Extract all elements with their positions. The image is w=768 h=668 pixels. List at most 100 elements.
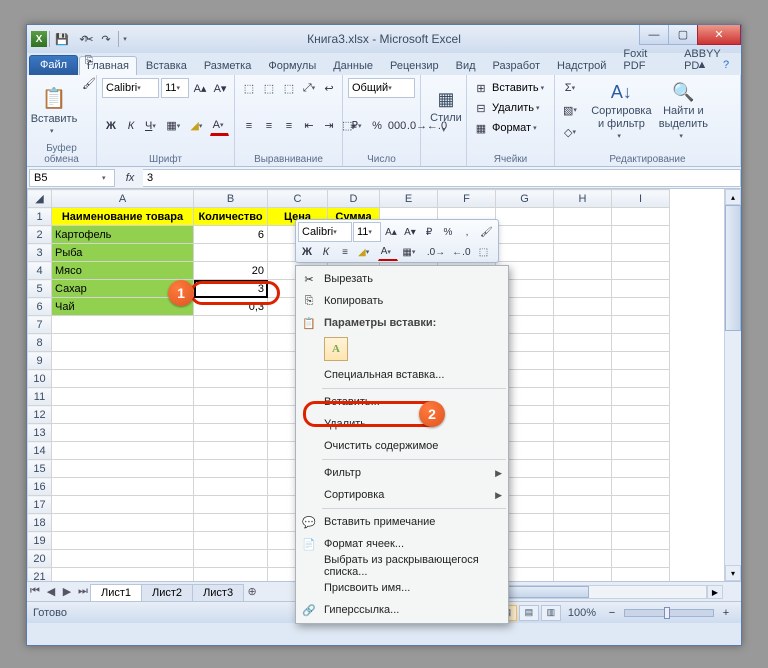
ctx-filter[interactable]: Фильтр▶ [296,462,508,484]
cell[interactable] [194,406,268,424]
cell[interactable] [554,514,612,532]
mini-size-combo[interactable]: 11▾ [353,222,381,242]
comma-icon[interactable]: 000 [388,116,406,136]
percent-icon[interactable]: % [368,116,386,136]
cell[interactable] [612,352,670,370]
cell[interactable] [194,316,268,334]
cell[interactable] [612,496,670,514]
zoom-slider[interactable] [624,609,714,617]
ctx-format[interactable]: 📄Формат ячеек... [296,533,508,555]
cell[interactable] [52,496,194,514]
tab-developer[interactable]: Разработ [485,56,548,75]
row-header[interactable]: 5 [28,280,52,298]
cell[interactable] [52,424,194,442]
cell[interactable] [194,460,268,478]
cell[interactable] [52,568,194,582]
cells-format-label[interactable]: Формат [492,122,531,134]
cell[interactable] [52,316,194,334]
cell[interactable] [554,226,612,244]
cell[interactable] [554,442,612,460]
cut-icon[interactable]: ✂ [79,29,99,49]
mini-font-color-icon[interactable]: A▾ [378,243,399,261]
sheet-nav-prev-icon[interactable]: ◀ [43,584,59,600]
mini-dec-dec-icon[interactable]: ←.0 [449,243,473,261]
row-header[interactable]: 8 [28,334,52,352]
ctx-copy[interactable]: ⎘Копировать [296,290,508,312]
col-header-D[interactable]: D [328,190,380,208]
qat-customize[interactable]: ▾ [121,29,129,49]
cell[interactable] [194,514,268,532]
cell[interactable] [554,352,612,370]
sheet-nav-first-icon[interactable]: ⏮ [27,584,43,600]
ctx-sort[interactable]: Сортировка▶ [296,484,508,506]
ctx-delete[interactable]: Удалить... [296,413,508,435]
cell[interactable] [496,208,554,226]
cell[interactable] [612,514,670,532]
tab-formulas[interactable]: Формулы [260,56,324,75]
ribbon-minimize-icon[interactable]: ▲ [693,55,711,75]
sheet-nav-last-icon[interactable]: ⏭ [75,584,91,600]
cell[interactable]: 0,3 [194,298,268,316]
row-header[interactable]: 1 [28,208,52,226]
col-header-C[interactable]: C [268,190,328,208]
autosum-icon[interactable]: Σ▾ [560,78,584,98]
sheet-tab-3[interactable]: Лист3 [192,584,244,601]
cells-delete-icon[interactable]: ⊟ [472,98,490,118]
cell[interactable] [194,550,268,568]
fill-color-icon[interactable]: ◢▾ [187,116,207,136]
tab-data[interactable]: Данные [325,56,381,75]
row-header[interactable]: 14 [28,442,52,460]
cell[interactable] [554,478,612,496]
ctx-insert[interactable]: Вставить... [296,391,508,413]
font-name-combo[interactable]: Calibri▾ [102,78,159,98]
paste-button[interactable]: 📋 Вставить ▾ [32,78,76,142]
sheet-nav-next-icon[interactable]: ▶ [59,584,75,600]
mini-merge-icon[interactable]: ⬚ [475,243,493,261]
row-header[interactable]: 18 [28,514,52,532]
cell[interactable] [612,424,670,442]
cells-format-icon[interactable]: ▦ [472,118,490,138]
cell[interactable]: 6 [194,226,268,244]
tab-layout[interactable]: Разметка [196,56,260,75]
cell[interactable] [612,550,670,568]
cell[interactable] [554,262,612,280]
cell[interactable] [554,568,612,582]
cell[interactable] [554,244,612,262]
col-header-H[interactable]: H [554,190,612,208]
scroll-thumb[interactable] [725,205,741,331]
cell[interactable]: Наименование товара [52,208,194,226]
ctx-dropdown[interactable]: Выбрать из раскрывающегося списка... [296,555,508,577]
cell[interactable] [612,442,670,460]
align-left-icon[interactable]: ≡ [240,116,258,136]
cell[interactable] [52,514,194,532]
mini-bold-icon[interactable]: Ж [298,243,316,261]
sheet-tab-1[interactable]: Лист1 [90,584,142,601]
row-header[interactable]: 21 [28,568,52,582]
cell[interactable] [194,334,268,352]
cell[interactable] [554,532,612,550]
mini-percent-icon[interactable]: % [439,223,457,241]
ctx-name[interactable]: Присвоить имя... [296,577,508,599]
cell[interactable] [612,226,670,244]
styles-button[interactable]: ▦ Стили▾ [426,78,466,144]
row-header[interactable]: 17 [28,496,52,514]
row-header[interactable]: 11 [28,388,52,406]
qat-redo-icon[interactable]: ↷ [96,29,116,49]
mini-align-icon[interactable]: ≡ [336,243,354,261]
qat-save-icon[interactable]: 💾 [52,29,72,49]
scroll-down-icon[interactable]: ▾ [725,565,741,581]
cells-insert-label[interactable]: Вставить [492,82,539,94]
cell[interactable] [612,370,670,388]
font-size-combo[interactable]: 11▾ [161,78,189,98]
cell[interactable] [612,478,670,496]
cell[interactable] [52,442,194,460]
row-header[interactable]: 20 [28,550,52,568]
tab-view[interactable]: Вид [448,56,484,75]
wrap-text-icon[interactable]: ↩ [320,78,338,98]
borders-icon[interactable]: ▦▾ [163,116,185,136]
cell[interactable] [554,388,612,406]
zoom-out-icon[interactable]: − [603,603,621,623]
cell[interactable] [554,316,612,334]
cell[interactable]: Рыба [52,244,194,262]
cell[interactable] [52,352,194,370]
